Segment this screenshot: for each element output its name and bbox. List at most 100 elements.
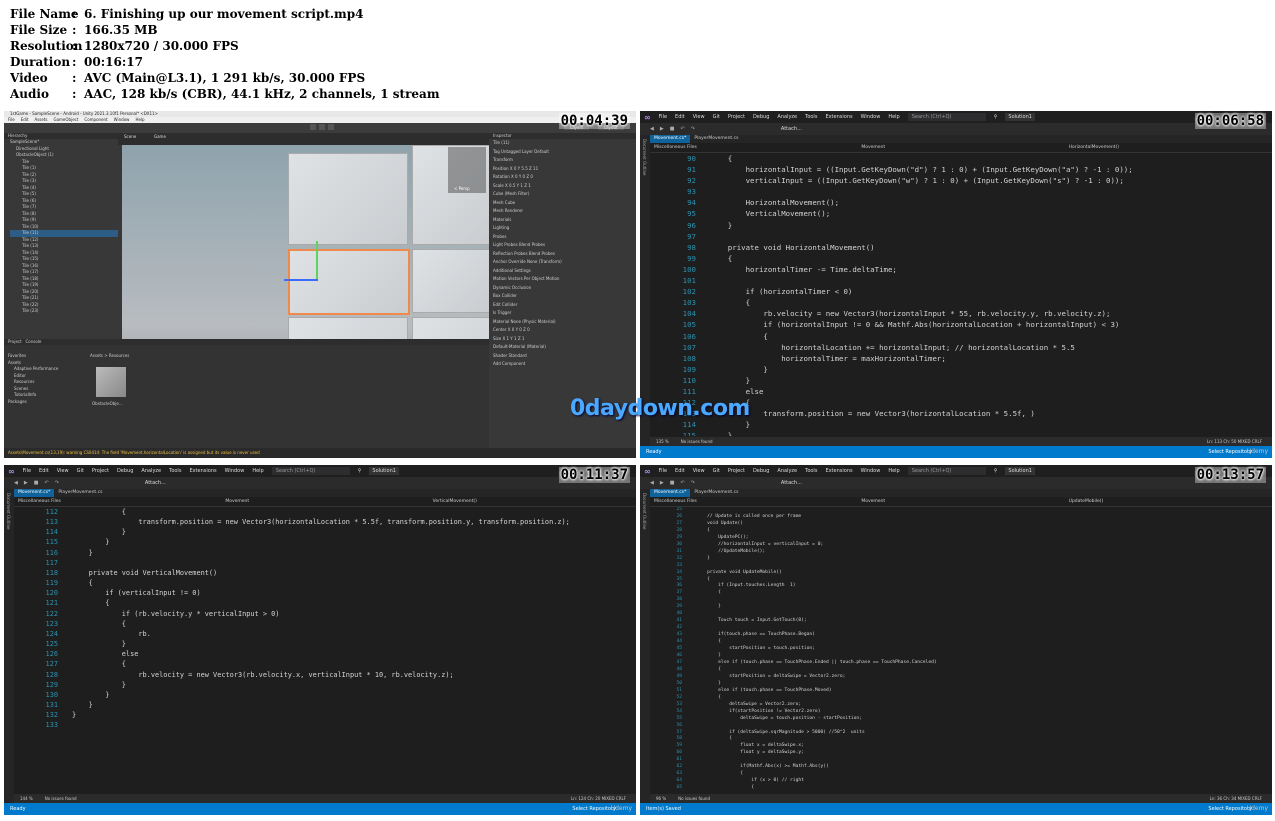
- inspector-row[interactable]: Lighting: [493, 224, 636, 233]
- redo-icon[interactable]: ↷: [55, 480, 59, 486]
- document-outline-tab[interactable]: Document Outline: [6, 493, 11, 529]
- undo-icon[interactable]: ↶: [44, 480, 48, 486]
- save-icon[interactable]: ■: [670, 480, 675, 486]
- code-editor[interactable]: 90 {91 horizontalInput = ((Input.GetKeyD…: [652, 153, 1264, 436]
- search-input[interactable]: Search (Ctrl+Q): [907, 467, 986, 475]
- inspector-row[interactable]: Anchor Override None (Transform): [493, 258, 636, 267]
- select-repository[interactable]: Select Repository: [1208, 806, 1252, 812]
- menu-item[interactable]: Project: [728, 468, 745, 474]
- project-tree-item[interactable]: Adaptive Performance: [8, 366, 58, 373]
- inspector-row[interactable]: Shader Standard: [493, 352, 636, 361]
- inspector-row[interactable]: Transform: [493, 156, 636, 165]
- move-gizmo-y[interactable]: [316, 241, 318, 281]
- menu-item[interactable]: Window: [861, 468, 881, 474]
- tab-console[interactable]: Console: [26, 339, 42, 344]
- menu-item[interactable]: Edit: [675, 468, 685, 474]
- project-tree-item[interactable]: Packages: [8, 399, 58, 406]
- menu-item[interactable]: Git: [713, 468, 720, 474]
- menu-item[interactable]: Help: [252, 468, 263, 474]
- save-icon[interactable]: ■: [34, 480, 39, 486]
- document-outline-tab[interactable]: Document Outline: [642, 493, 647, 529]
- inspector-row[interactable]: Dynamic Occlusion: [493, 284, 636, 293]
- inspector-row[interactable]: Position X 0 Y 5.5 Z 11: [493, 165, 636, 174]
- inspector-row[interactable]: Add Component: [493, 360, 636, 369]
- nav-dropdown[interactable]: HorizontalMovement(): [1065, 145, 1272, 150]
- search-icon[interactable]: ⚲: [358, 468, 362, 474]
- select-repository[interactable]: Select Repository: [1208, 449, 1252, 455]
- document-outline-tab[interactable]: Document Outline: [642, 139, 647, 175]
- menu-item[interactable]: Analyze: [777, 114, 797, 120]
- code-editor[interactable]: 112 {113 transform.position = new Vector…: [16, 507, 628, 793]
- tab-game[interactable]: Game: [154, 134, 166, 139]
- play-button[interactable]: [310, 124, 316, 130]
- nav-dropdown[interactable]: Movement: [857, 499, 1064, 504]
- inspector-row[interactable]: Reflection Probes Blend Probes: [493, 250, 636, 259]
- inspector-row[interactable]: Is Trigger: [493, 309, 636, 318]
- search-icon[interactable]: ⚲: [994, 468, 998, 474]
- inspector-row[interactable]: Motion Vectors Per Object Motion: [493, 275, 636, 284]
- menu-item[interactable]: File: [23, 468, 31, 474]
- console-warning[interactable]: Assets\Movement.cs(13,19): warning CS041…: [4, 448, 636, 458]
- menu-item[interactable]: Extensions: [825, 468, 852, 474]
- editor-tab[interactable]: Movement.cs*: [650, 489, 691, 497]
- zoom-level[interactable]: 135 %: [656, 439, 669, 444]
- menu-item[interactable]: Project: [92, 468, 109, 474]
- attach-button[interactable]: Attach...: [145, 480, 166, 486]
- step-button[interactable]: [328, 124, 334, 130]
- attach-button[interactable]: Attach...: [781, 126, 802, 132]
- menu-item[interactable]: Project: [728, 114, 745, 120]
- inspector-row[interactable]: Material None (Physic Material): [493, 318, 636, 327]
- forward-icon[interactable]: ▶: [24, 480, 28, 486]
- save-icon[interactable]: ■: [670, 126, 675, 132]
- inspector-row[interactable]: Center X 0 Y 0 Z 0: [493, 326, 636, 335]
- nav-dropdown[interactable]: Movement: [221, 499, 428, 504]
- menu-item[interactable]: Tools: [805, 468, 817, 474]
- inspector-row[interactable]: Rotation X 0 Y 0 Z 0: [493, 173, 636, 182]
- inspector-row[interactable]: Size X 1 Y 1 Z 1: [493, 335, 636, 344]
- redo-icon[interactable]: ↷: [691, 126, 695, 132]
- back-icon[interactable]: ◀: [650, 480, 654, 486]
- menu-item[interactable]: Extensions: [189, 468, 216, 474]
- undo-icon[interactable]: ↶: [680, 126, 684, 132]
- code-editor[interactable]: 25 26 // Update is called once per frame 2…: [652, 507, 1264, 793]
- editor-tab[interactable]: Movement.cs*: [650, 135, 691, 143]
- inspector-row[interactable]: Mesh Renderer: [493, 207, 636, 216]
- menu-item[interactable]: Extensions: [825, 114, 852, 120]
- attach-button[interactable]: Attach...: [781, 480, 802, 486]
- inspector-row[interactable]: Mesh Cube: [493, 199, 636, 208]
- tab-scene[interactable]: Scene: [124, 134, 136, 139]
- view-gizmo[interactable]: < Persp: [448, 147, 486, 193]
- menu-item[interactable]: Tools: [805, 114, 817, 120]
- inspector-row[interactable]: Light Probes Blend Probes: [493, 241, 636, 250]
- menu-item[interactable]: Window: [225, 468, 245, 474]
- editor-tab[interactable]: PlayerMovement.cs: [690, 489, 742, 497]
- search-icon[interactable]: ⚲: [994, 114, 998, 120]
- menu-item[interactable]: Edit: [39, 468, 49, 474]
- tile-selected[interactable]: [288, 249, 410, 315]
- menu-item[interactable]: View: [693, 468, 705, 474]
- editor-tab[interactable]: Movement.cs*: [14, 489, 55, 497]
- forward-icon[interactable]: ▶: [660, 480, 664, 486]
- select-repository[interactable]: Select Repository: [572, 806, 616, 812]
- move-gizmo-x[interactable]: [284, 279, 318, 281]
- inspector-row[interactable]: Probes: [493, 233, 636, 242]
- nav-dropdown[interactable]: Miscellaneous Files: [14, 499, 221, 504]
- menu-item[interactable]: Analyze: [141, 468, 161, 474]
- issues-indicator[interactable]: No issues found: [678, 796, 710, 801]
- nav-dropdown[interactable]: VerticalMovement(): [429, 499, 636, 504]
- menu-item[interactable]: Window: [861, 114, 881, 120]
- back-icon[interactable]: ◀: [14, 480, 18, 486]
- redo-icon[interactable]: ↷: [691, 480, 695, 486]
- undo-icon[interactable]: ↶: [680, 480, 684, 486]
- menu-item[interactable]: File: [659, 468, 667, 474]
- inspector-row[interactable]: Materials: [493, 216, 636, 225]
- menu-item[interactable]: Help: [888, 468, 899, 474]
- menu-item[interactable]: Git: [77, 468, 84, 474]
- inspector-row[interactable]: Tile (11): [493, 139, 636, 148]
- tile[interactable]: [412, 249, 489, 313]
- nav-dropdown[interactable]: Movement: [857, 145, 1064, 150]
- search-input[interactable]: Search (Ctrl+Q): [271, 467, 350, 475]
- asset-thumbnail[interactable]: [96, 367, 126, 397]
- editor-tab[interactable]: PlayerMovement.cs: [54, 489, 106, 497]
- menu-item[interactable]: View: [57, 468, 69, 474]
